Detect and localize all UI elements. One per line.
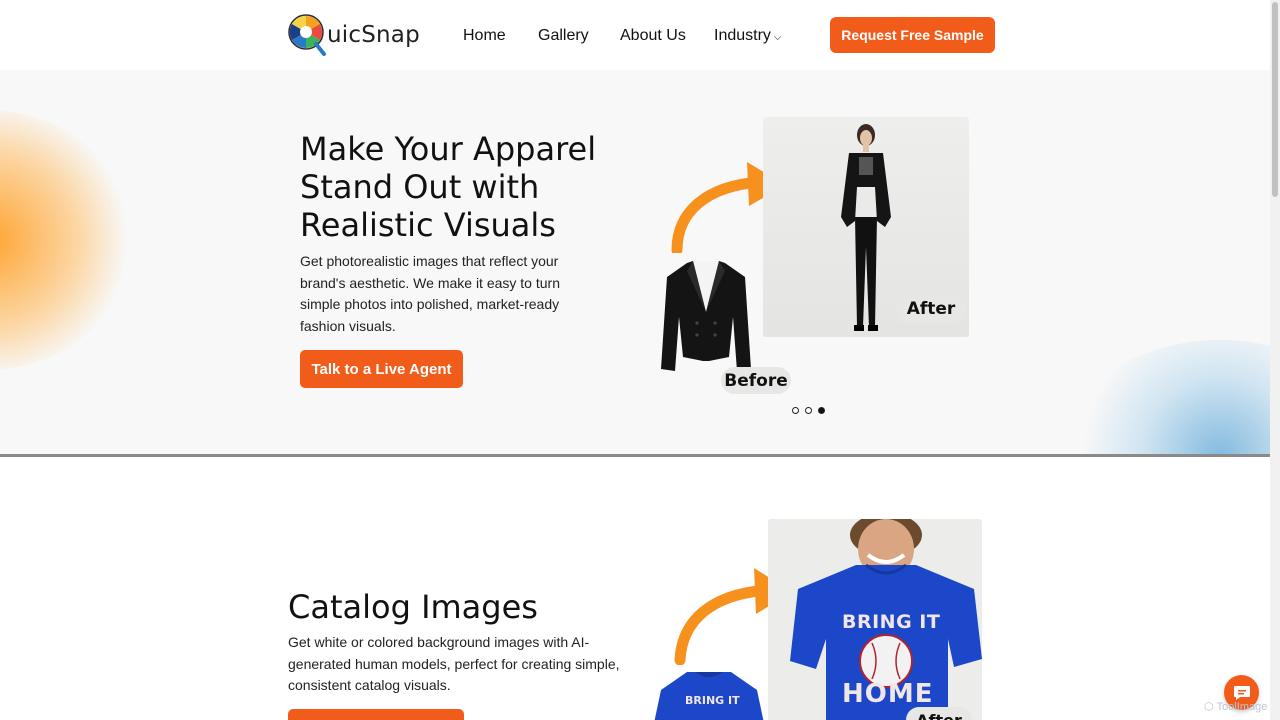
shirt-print-text: BRING IT (842, 611, 941, 633)
catalog-title: Catalog Images (288, 588, 538, 626)
after-label: After (906, 707, 972, 720)
carousel-dot-active[interactable] (818, 407, 825, 414)
catalog-before-image: BRING IT (653, 668, 765, 720)
watermark-logo-icon: ⬡ (1204, 701, 1214, 713)
watermark: ⬡ ToolImage (1204, 700, 1268, 714)
chat-bubble-icon (1233, 685, 1250, 700)
catalog-description: Get white or colored background images w… (288, 634, 620, 693)
nav-home[interactable]: Home (463, 27, 506, 45)
hero-title-line: Stand Out with (300, 168, 540, 206)
hero-section: Make Your Apparel Stand Out with Realist… (0, 70, 1270, 455)
after-label: After (896, 295, 966, 323)
decorative-blue-glow (1060, 340, 1270, 455)
logo[interactable]: uicSnap (287, 14, 420, 56)
nav-about-us[interactable]: About Us (620, 27, 686, 45)
logo-text: uicSnap (327, 22, 420, 48)
nav-industry[interactable]: Industry ⌵ (714, 27, 782, 45)
hero-description: Get photorealistic images that reflect y… (300, 253, 560, 334)
jacket-before-image (661, 261, 751, 371)
before-label: Before (721, 367, 791, 394)
carousel-dot[interactable] (805, 407, 812, 414)
decorative-orange-glow (0, 110, 130, 370)
catalog-after-image: BRING IT HOME After (768, 519, 982, 720)
carousel-dot[interactable] (792, 407, 799, 414)
nav-gallery[interactable]: Gallery (538, 27, 589, 45)
chevron-down-icon: ⌵ (773, 32, 782, 43)
shirt-print-text: BRING IT (685, 694, 740, 707)
watermark-text: ToolImage (1216, 700, 1268, 713)
shirt-print-text: HOME (842, 679, 934, 709)
site-header: uicSnap Home Gallery About Us Industry ⌵ … (0, 0, 1270, 70)
catalog-cta-button[interactable] (288, 709, 464, 720)
hero-title-line: Make Your Apparel (300, 130, 597, 168)
request-free-sample-button[interactable]: Request Free Sample (830, 17, 995, 53)
carousel-pagination (792, 407, 825, 414)
scrollbar-thumb[interactable] (1272, 2, 1278, 197)
section-divider (0, 454, 1270, 457)
hero-title-line: Realistic Visuals (300, 206, 556, 244)
nav-industry-label: Industry (714, 27, 771, 44)
talk-to-live-agent-button[interactable]: Talk to a Live Agent (300, 350, 463, 388)
hero-title: Make Your Apparel Stand Out with Realist… (300, 130, 620, 244)
logo-icon (287, 14, 327, 56)
page-scrollbar[interactable] (1270, 0, 1280, 720)
